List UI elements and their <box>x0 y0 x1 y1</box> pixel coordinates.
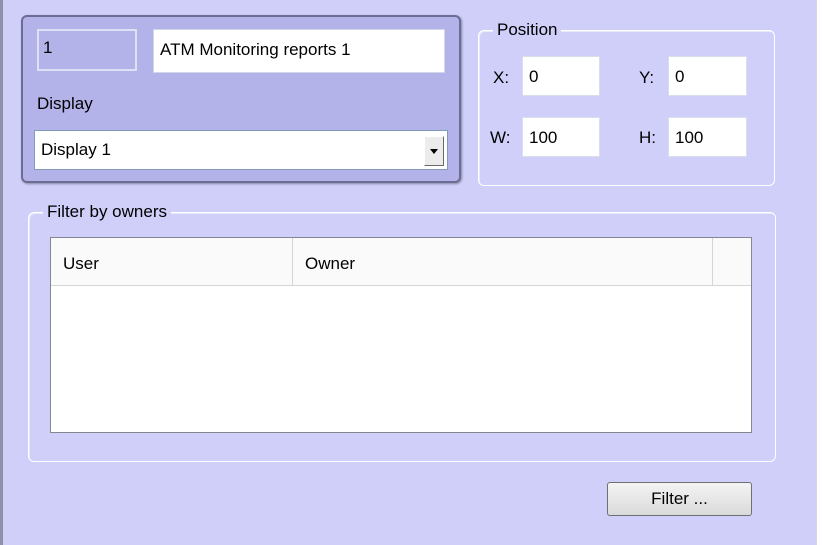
owners-table[interactable]: User Owner <box>50 237 752 433</box>
chevron-down-icon[interactable] <box>424 136 444 166</box>
object-identity-group: 1 ATM Monitoring reports 1 Display Displ… <box>21 15 461 183</box>
column-header-user[interactable]: User <box>51 238 293 285</box>
object-name-field[interactable]: ATM Monitoring reports 1 <box>153 29 445 73</box>
y-label: Y: <box>639 68 655 87</box>
w-input[interactable]: 100 <box>522 117 600 157</box>
column-header-owner[interactable]: Owner <box>293 238 713 285</box>
filter-button[interactable]: Filter ... <box>607 482 752 516</box>
display-label: Display <box>37 94 93 113</box>
display-select-value: Display 1 <box>41 140 111 159</box>
x-input[interactable]: 0 <box>522 56 600 96</box>
filter-by-owners-group: Filter by owners User Owner <box>28 201 776 462</box>
y-input[interactable]: 0 <box>668 56 747 96</box>
display-select[interactable]: Display 1 <box>34 130 448 170</box>
settings-panel: 1 ATM Monitoring reports 1 Display Displ… <box>0 0 817 545</box>
x-label: X: <box>493 68 510 87</box>
outer-background <box>817 0 827 545</box>
h-input[interactable]: 100 <box>668 117 747 157</box>
position-group: Position X: 0 Y: 0 W: 100 H: 100 <box>478 19 775 186</box>
w-label: W: <box>490 128 511 147</box>
object-id-field[interactable]: 1 <box>37 29 137 71</box>
position-group-title: Position <box>493 19 562 41</box>
owners-table-header: User Owner <box>51 238 751 286</box>
h-label: H: <box>639 128 656 147</box>
filter-by-owners-title: Filter by owners <box>43 201 171 223</box>
